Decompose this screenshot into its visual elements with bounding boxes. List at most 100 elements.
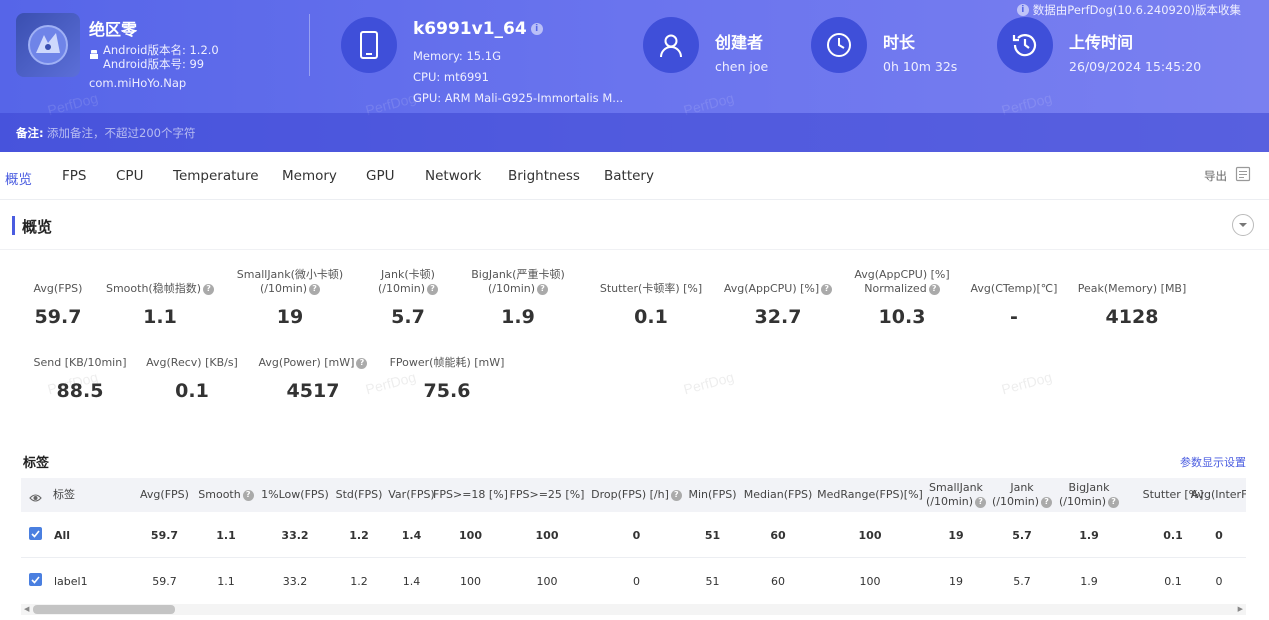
metric-label-text: Avg(AppCPU) [%] [723,282,820,295]
table-cell: 100 [859,574,881,588]
device-memory: Memory: 15.1G [413,49,501,63]
user-icon [643,17,699,73]
table-cell: 1.2 [350,574,368,588]
column-header-line: (/10min)? [925,495,987,509]
column-header-text: Drop(FPS) [/h] [591,488,669,501]
labels-table: 标签 Avg(FPS) Smooth? 1%Low(FPS) Std(FPS) Var(F… [21,478,1246,603]
column-header-line: MedRange(FPS)[%] [817,488,923,502]
column-header[interactable]: FPS>=25 [%] [507,478,587,512]
help-icon[interactable]: ? [1108,496,1120,508]
table-cell: 1.1 [216,528,236,542]
column-header-line: SmallJank [929,481,983,494]
column-header-line: Avg(FPS) [140,488,189,502]
column-header-text: 标签 [53,488,75,501]
note-bar: 备注: 添加备注，不超过200个字符 [0,113,1269,152]
creator-label: 创建者 [715,33,764,52]
metric-label-text: Avg(Power) [mW] [258,356,355,369]
tab-gpu[interactable]: GPU [366,168,394,184]
tab-brightness[interactable]: Brightness [508,168,580,184]
metric-label-line: Peak(Memory) [MB] [1078,282,1187,296]
metric-label-line: BigJank(严重卡顿) [471,268,565,281]
table-row[interactable]: label1 59.7 1.1 33.2 1.2 1.4 100 100 0 51 60 100 19 5… [21,558,1246,603]
clock-icon [811,17,867,73]
tab-bar: 概览 FPS CPU Temperature Memory GPU Networ… [0,152,1269,200]
table-cell: 100 [460,574,481,588]
help-icon[interactable]: ? [670,489,682,501]
android-icon [89,48,99,64]
row-label: label1 [54,574,88,588]
column-header[interactable]: Smooth? [195,478,257,512]
column-header[interactable]: 1%Low(FPS) [259,478,331,512]
table-cell: 33.2 [281,528,309,542]
table-row[interactable]: All 59.7 1.1 33.2 1.2 1.4 100 100 0 51 60 100 19 5.7 1… [21,512,1246,558]
app-version-name: Android版本名: 1.2.0 [103,43,219,57]
table-cell: 5.7 [1013,574,1031,588]
table-cell: 0 [1215,574,1223,588]
column-header-text: (/10min) [1058,495,1107,508]
column-header-line: Avg(InterF [1191,488,1246,502]
column-header[interactable]: 标签 [39,478,119,512]
column-header-text: Smooth [198,488,241,501]
help-icon[interactable]: ? [242,489,254,501]
table-cell: 1.4 [401,528,422,542]
column-header-line: Drop(FPS) [/h]? [591,488,682,502]
tab-battery[interactable]: Battery [604,168,654,184]
column-header[interactable]: Drop(FPS) [/h]? [588,478,685,512]
table-cell: 59.7 [152,574,177,588]
row-label: All [54,528,71,542]
column-header[interactable]: FPS>=18 [%] [433,478,508,512]
column-header[interactable]: Jank (/10min)? [992,478,1053,512]
chevron-down-icon [1239,223,1247,227]
column-header[interactable]: Min(FPS) [685,478,740,512]
horizontal-scrollbar[interactable]: ◀ ▶ [21,604,1246,615]
source-note: i 数据由PerfDog(10.6.240920)版本收集 [1016,2,1241,18]
column-header[interactable]: MedRange(FPS)[%] [816,478,924,512]
tab-fps[interactable]: FPS [62,168,86,184]
column-header-text: (/10min) [925,495,974,508]
column-settings-link[interactable]: 参数显示设置 [1180,454,1246,470]
device-name: k6991v1_64 i [413,19,543,39]
note-input[interactable]: 添加备注，不超过200个字符 [47,125,195,141]
collapse-button[interactable] [1232,214,1254,236]
metric-label-text: (/10min) [487,282,536,295]
table-cell: 1.4 [402,574,421,588]
upload-time-label: 上传时间 [1069,33,1134,52]
app-version-info: Android版本名: 1.2.0 Android版本号: 99 [89,43,219,71]
export-icon [1235,166,1251,185]
metric-label-text: FPower(帧能耗) [mW] [389,356,505,369]
column-header-text: MedRange(FPS)[%] [817,488,923,501]
tab-network[interactable]: Network [425,168,481,184]
column-header[interactable]: BigJank (/10min)? [1058,478,1120,512]
export-button[interactable]: 导出 [1204,166,1251,185]
column-header[interactable]: Std(FPS) [331,478,387,512]
device-gpu: GPU: ARM Mali-G925-Immortalis M... [413,91,624,105]
metric-value: 75.6 [423,380,471,402]
tab-cpu[interactable]: CPU [116,168,143,184]
app-icon [16,13,80,77]
metric-label-line: Smooth(稳帧指数)? [106,282,215,296]
labels-title: 标签 [23,456,50,471]
scroll-right-icon[interactable]: ▶ [1238,605,1243,613]
metric-label-text: (/10min) [377,282,426,295]
help-icon[interactable]: ? [1041,496,1053,508]
column-header-text: Avg(FPS) [140,488,189,501]
column-header[interactable]: Avg(FPS) [132,478,197,512]
tab-temperature[interactable]: Temperature [173,168,259,184]
scroll-left-icon[interactable]: ◀ [24,605,29,613]
eye-icon[interactable] [29,489,42,508]
scrollbar-thumb[interactable] [33,605,175,614]
column-header[interactable]: Avg(InterF [1187,478,1246,512]
help-icon[interactable]: ? [975,496,987,508]
column-header[interactable]: Median(FPS) [740,478,816,512]
help-icon[interactable]: ? [537,283,549,295]
tab-overview[interactable]: 概览 [5,168,32,188]
metric-label: Peak(Memory) [MB] [1042,266,1222,296]
column-header[interactable]: Var(FPS) [388,478,434,512]
upload-time-value: 26/09/2024 15:45:20 [1069,59,1202,74]
tab-memory[interactable]: Memory [282,168,337,184]
column-header[interactable]: SmallJank (/10min)? [924,478,988,512]
info-icon[interactable]: i [530,23,543,35]
column-header-line: Min(FPS) [688,488,736,502]
column-header-line: (/10min)? [1058,495,1120,509]
overview-title: 概览 [22,218,53,236]
